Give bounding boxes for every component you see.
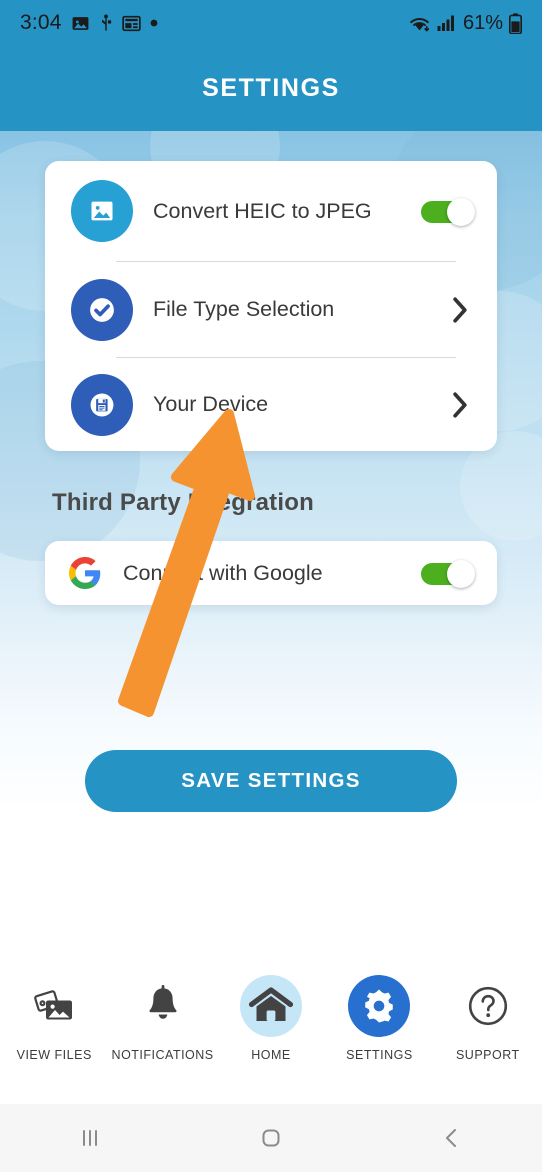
question-circle-glyph (468, 986, 507, 1026)
third-party-card: Connect with Google (45, 541, 497, 605)
nav-label: SUPPORT (455, 1048, 520, 1062)
photos-stack-icon (23, 975, 85, 1037)
back-chevron-glyph (445, 1129, 456, 1147)
settings-row-label: Your Device (153, 392, 269, 416)
bell-icon (132, 975, 194, 1037)
nav-item-settings[interactable]: SETTINGS (325, 961, 433, 1062)
nav-label: NOTIFICATIONS (111, 1048, 214, 1062)
nav-item-notifications[interactable]: NOTIFICATIONS (108, 961, 216, 1062)
nav-item-view-files[interactable]: VIEW FILES (0, 961, 108, 1062)
system-navigation-bar (0, 1104, 542, 1172)
gear-icon (348, 975, 411, 1037)
connect-with-google-label: Connect with Google (123, 560, 323, 585)
status-bar-left: 3:04 (20, 11, 158, 35)
nav-label: SETTINGS (346, 1048, 413, 1062)
nav-label: VIEW FILES (16, 1048, 92, 1062)
settings-card: Convert HEIC to JPEG File Type Selection (45, 161, 497, 451)
status-bar: 3:04 61% (0, 0, 542, 46)
status-bar-right: 61% (408, 12, 522, 35)
page-title: SETTINGS (202, 74, 340, 102)
screenshot-icon (121, 15, 141, 31)
home-square-icon[interactable] (181, 1123, 362, 1153)
question-circle-icon (457, 975, 519, 1037)
chevron-glyph (452, 296, 467, 323)
toggle-knob (447, 559, 475, 588)
recents-glyph (83, 1130, 98, 1146)
settings-row-your-device[interactable]: Your Device (45, 358, 497, 451)
google-g-glyph (69, 557, 101, 589)
save-disk-icon (71, 373, 133, 436)
dot-icon (150, 19, 158, 27)
connect-with-google-toggle[interactable] (421, 559, 475, 588)
nav-item-home[interactable]: HOME (217, 961, 325, 1062)
wifi-icon (410, 17, 430, 32)
gear-glyph (365, 989, 394, 1023)
chevron-right-icon[interactable] (445, 391, 475, 419)
back-chevron-icon[interactable] (361, 1123, 542, 1153)
photos-stack-glyph (34, 990, 73, 1020)
battery-icon (509, 12, 522, 34)
settings-row-label: Convert HEIC to JPEG (153, 198, 372, 223)
phone-screen: 3:04 61% SETTINGS Convert HEIC to JPEG F… (0, 0, 542, 1172)
settings-row-label: File Type Selection (153, 297, 335, 321)
check-glyph (90, 297, 114, 322)
convert-heic-toggle[interactable] (421, 197, 475, 226)
usb-icon (101, 13, 111, 31)
home-square-glyph (262, 1129, 280, 1147)
save-settings-button[interactable]: SAVE SETTINGS (85, 750, 457, 812)
check-circle-icon (71, 278, 133, 341)
google-g-icon (67, 555, 103, 591)
chevron-right-icon[interactable] (445, 296, 475, 324)
bottom-navigation-bar: VIEW FILES NOTIFICATIONS HOME SETTINGS S… (0, 961, 542, 1104)
bell-glyph (149, 985, 177, 1019)
battery-percent-label: 61% (462, 11, 503, 34)
settings-row-convert-heic[interactable]: Convert HEIC to JPEG (45, 161, 497, 261)
home-glyph (248, 987, 294, 1021)
chevron-glyph (452, 391, 467, 418)
save-disk-glyph (90, 393, 114, 416)
nav-item-support[interactable]: SUPPORT (434, 961, 542, 1062)
cellular-signal-icon (437, 15, 454, 31)
connect-with-google-row[interactable]: Connect with Google (45, 541, 497, 605)
toggle-knob (447, 197, 475, 226)
recents-icon[interactable] (0, 1123, 181, 1153)
third-party-section-title: Third Party Integration (52, 489, 314, 516)
settings-row-file-type[interactable]: File Type Selection (45, 262, 497, 357)
home-icon (240, 975, 303, 1037)
nav-label: HOME (251, 1048, 291, 1062)
image-icon (71, 180, 133, 242)
image-glyph (91, 201, 113, 221)
image-icon (72, 16, 89, 30)
app-header: SETTINGS (0, 46, 542, 131)
status-bar-clock: 3:04 (20, 11, 62, 34)
